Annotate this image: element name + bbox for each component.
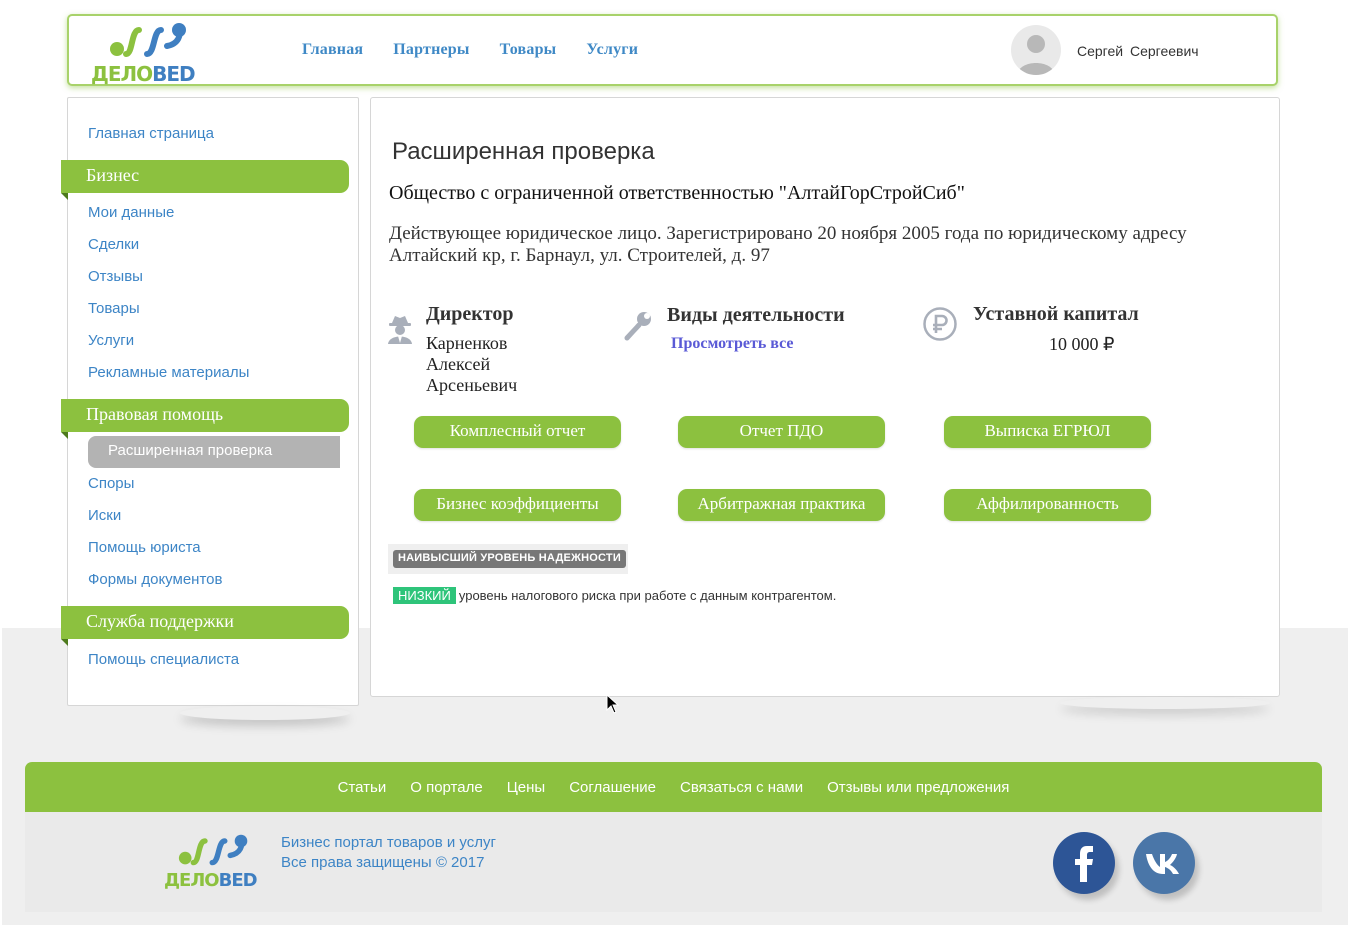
pdo-report-button[interactable]: Отчет ПДО: [678, 416, 885, 448]
logo-mark-icon: [110, 23, 186, 57]
footer-link-about[interactable]: О портале: [410, 779, 482, 796]
capital-title: Уставной капитал: [973, 303, 1139, 325]
footer-nav-bar: Статьи О портале Цены Соглашение Связать…: [25, 762, 1322, 812]
user-name[interactable]: Сергей Сергеевич: [1077, 43, 1199, 59]
main-panel: Расширенная проверка Общество с ограниче…: [370, 97, 1280, 697]
footer-link-contact[interactable]: Связаться с нами: [680, 779, 803, 796]
view-all-activities-link[interactable]: Просмотреть все: [671, 335, 794, 353]
sidebar-shadow: [180, 706, 350, 720]
sidebar-item-disputes[interactable]: Споры: [88, 475, 134, 492]
risk-level-tag: НИЗКИЙ: [393, 587, 456, 604]
sidebar: Главная страница Бизнес Мои данные Сделк…: [61, 97, 359, 706]
sidebar-item-document-forms[interactable]: Формы документов: [88, 571, 222, 588]
sidebar-item-lawyer-help[interactable]: Помощь юриста: [88, 539, 201, 556]
user-silhouette-icon: [1017, 35, 1055, 75]
page-title: Расширенная проверка: [392, 138, 655, 165]
footer-link-articles[interactable]: Статьи: [338, 779, 387, 796]
sidebar-item-ad-materials[interactable]: Рекламные материалы: [88, 364, 249, 381]
mouse-cursor-icon: [606, 693, 620, 719]
director-line-1: Карненков: [426, 333, 508, 353]
egrul-extract-button[interactable]: Выписка ЕГРЮЛ: [944, 416, 1151, 448]
nav-services[interactable]: Услуги: [586, 41, 638, 59]
director-title: Директор: [426, 303, 514, 325]
logo-text: ДЕЛОBED: [91, 62, 196, 86]
sidebar-item-deals[interactable]: Сделки: [88, 236, 139, 253]
footer-link-feedback[interactable]: Отзывы или предложения: [827, 779, 1009, 796]
nav-products[interactable]: Товары: [500, 41, 557, 59]
risk-text: уровень налогового риска при работе с да…: [458, 588, 837, 603]
sidebar-item-lawsuits[interactable]: Иски: [88, 507, 121, 524]
affiliation-button[interactable]: Аффилированность: [944, 489, 1151, 521]
arbitration-practice-button[interactable]: Арбитражная практика: [678, 489, 885, 521]
sidebar-item-specialist-help[interactable]: Помощь специалиста: [88, 651, 239, 668]
sidebar-item-extended-check[interactable]: Расширенная проверка: [88, 436, 340, 468]
nav-home[interactable]: Главная: [302, 41, 363, 59]
sidebar-item-services[interactable]: Услуги: [88, 332, 134, 349]
ruble-icon: [922, 306, 958, 347]
footer-link-agreement[interactable]: Соглашение: [569, 779, 656, 796]
activities-title: Виды деятельности: [667, 304, 845, 326]
complex-report-button[interactable]: Комплесный отчет: [414, 416, 621, 448]
footer-link-prices[interactable]: Цены: [507, 779, 546, 796]
footer-links: Статьи О портале Цены Соглашение Связать…: [25, 779, 1322, 796]
capital-value: 10 000 ₽: [1049, 334, 1115, 354]
footer-body: ДЕЛОBED Бизнес портал товаров и услуг Вс…: [25, 812, 1322, 912]
company-description: Действующее юридическое лицо. Зарегистри…: [389, 223, 1187, 266]
user-avatar-icon[interactable]: [1011, 25, 1061, 75]
sidebar-item-my-data[interactable]: Мои данные: [88, 204, 174, 221]
footer-logo-mark-icon: [178, 834, 248, 866]
nav-partners[interactable]: Партнеры: [393, 41, 469, 59]
business-ratios-button[interactable]: Бизнес коэффициенты: [414, 489, 621, 521]
top-header: ДЕЛОBED Главная Партнеры Товары Услуги С…: [67, 14, 1278, 86]
sidebar-item-products[interactable]: Товары: [88, 300, 140, 317]
facebook-icon[interactable]: [1053, 832, 1115, 894]
sidebar-section-legal: Правовая помощь: [61, 399, 349, 439]
wrench-icon: [623, 310, 653, 347]
reliability-badge: НАИВЫСШИЙ УРОВЕНЬ НАДЕЖНОСТИ: [393, 550, 626, 568]
main-shadow: [1060, 697, 1270, 709]
footer-tagline: Бизнес портал товаров и услуг: [281, 834, 496, 851]
logo[interactable]: ДЕЛОBED: [91, 20, 211, 86]
sidebar-section-support: Служба поддержки: [61, 606, 349, 646]
footer-logo[interactable]: ДЕЛОBED: [164, 832, 274, 892]
main-nav: Главная Партнеры Товары Услуги: [302, 41, 638, 59]
spy-icon: [387, 314, 413, 349]
tax-risk-line: НИЗКИЙ уровень налогового риска при работ…: [393, 587, 837, 604]
reliability-badge-container: НАИВЫСШИЙ УРОВЕНЬ НАДЕЖНОСТИ: [388, 544, 628, 574]
director-line-2: Алексей: [426, 354, 491, 374]
footer-copyright: Все права защищены © 2017: [281, 854, 485, 871]
vk-icon[interactable]: [1133, 832, 1195, 894]
director-line-3: Арсеньевич: [426, 375, 518, 395]
sidebar-item-reviews[interactable]: Отзывы: [88, 268, 143, 285]
sidebar-section-business: Бизнес: [61, 160, 349, 200]
sidebar-item-home[interactable]: Главная страница: [88, 125, 214, 142]
footer-logo-text: ДЕЛОBED: [164, 870, 258, 891]
company-name: Общество с ограниченной ответственностью…: [389, 182, 965, 204]
